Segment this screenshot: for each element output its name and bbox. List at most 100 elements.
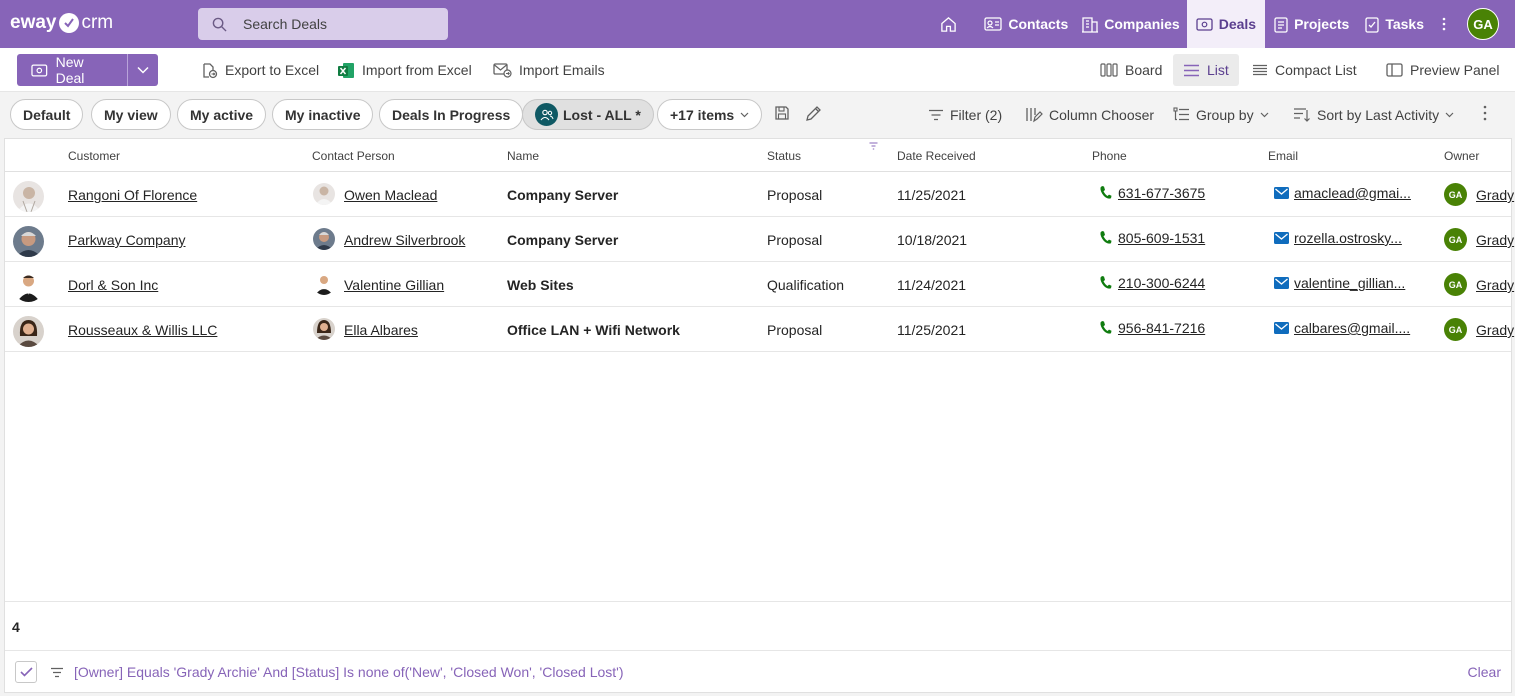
owner-avatar: GA xyxy=(1444,183,1467,206)
view-my-active[interactable]: My active xyxy=(177,99,267,130)
owner-link[interactable]: Grady xyxy=(1476,232,1514,248)
view-more-items[interactable]: +17 items xyxy=(657,99,763,130)
phone-icon xyxy=(1100,321,1112,334)
owner-avatar: GA xyxy=(1444,318,1467,341)
contact-link[interactable]: Valentine Gillian xyxy=(344,277,444,293)
customer-link[interactable]: Rangoni Of Florence xyxy=(68,187,197,203)
column-header-contact[interactable]: Contact Person xyxy=(312,149,395,163)
preview-panel-button[interactable]: Preview Panel xyxy=(1386,54,1500,86)
nav-home[interactable] xyxy=(926,0,977,48)
user-avatar[interactable]: GA xyxy=(1467,8,1499,40)
excel-icon xyxy=(338,62,354,78)
phone-link[interactable]: 210-300-6244 xyxy=(1118,275,1205,291)
command-toolbar: New Deal Export to Excel Import from Exc… xyxy=(0,48,1515,92)
view-lost-all[interactable]: Lost - ALL * xyxy=(522,99,654,130)
owner-link[interactable]: Grady xyxy=(1476,277,1514,293)
filter-expression[interactable]: [Owner] Equals 'Grady Archie' And [Statu… xyxy=(74,664,624,680)
view-my-view[interactable]: My view xyxy=(91,99,171,130)
mail-icon xyxy=(1274,232,1289,244)
owner-link[interactable]: Grady xyxy=(1476,187,1514,203)
nav-more-button[interactable] xyxy=(1431,0,1457,48)
contact-link[interactable]: Owen Maclead xyxy=(344,187,437,203)
contact-avatar xyxy=(313,183,335,205)
chevron-down-icon xyxy=(740,112,749,117)
column-header-status[interactable]: Status xyxy=(767,149,801,163)
email-link[interactable]: amaclead@gmai... xyxy=(1294,185,1411,201)
views-more-button[interactable] xyxy=(1483,105,1487,121)
compact-list-icon xyxy=(1253,64,1267,75)
deal-status: Proposal xyxy=(767,187,823,203)
email-link[interactable]: valentine_gillian... xyxy=(1294,275,1405,291)
new-deal-dropdown-button[interactable] xyxy=(127,54,158,86)
import-excel-button[interactable]: Import from Excel xyxy=(337,54,472,86)
table-row[interactable]: Dorl & Son Inc Valentine Gillian Web Sit… xyxy=(5,262,1514,307)
column-chooser-button[interactable]: Column Chooser xyxy=(1025,99,1154,130)
nav-deals[interactable]: Deals xyxy=(1186,0,1266,48)
view-my-inactive[interactable]: My inactive xyxy=(272,99,374,130)
list-view-button[interactable]: List xyxy=(1173,54,1239,86)
sort-button[interactable]: Sort by Last Activity xyxy=(1293,99,1454,130)
nav-companies-label: Companies xyxy=(1104,16,1180,32)
column-header-owner[interactable]: Owner xyxy=(1444,149,1479,163)
filter-button[interactable]: Filter (2) xyxy=(928,99,1002,130)
table-row[interactable]: Parkway Company Andrew Silverbrook Compa… xyxy=(5,217,1514,262)
mail-icon xyxy=(1274,322,1289,334)
customer-link[interactable]: Rousseaux & Willis LLC xyxy=(68,322,217,338)
import-emails-button[interactable]: Import Emails xyxy=(493,54,605,86)
views-bar: Default My view My active My inactive De… xyxy=(0,92,1515,136)
column-filter-icon[interactable] xyxy=(869,142,878,150)
mail-icon xyxy=(1274,277,1289,289)
column-header-date[interactable]: Date Received xyxy=(897,149,976,163)
nav-deals-label: Deals xyxy=(1218,16,1257,32)
filter-enabled-checkbox[interactable] xyxy=(15,661,37,683)
nav-projects-label: Projects xyxy=(1294,16,1350,32)
column-header-customer[interactable]: Customer xyxy=(68,149,120,163)
filter-icon xyxy=(929,109,943,120)
top-bar: eway crm Search Deals Contacts Companies… xyxy=(0,0,1515,48)
owner-avatar: GA xyxy=(1444,273,1467,296)
deal-name[interactable]: Company Server xyxy=(507,232,618,248)
group-by-button[interactable]: Group by xyxy=(1173,99,1269,130)
phone-link[interactable]: 805-609-1531 xyxy=(1118,230,1205,246)
view-deals-in-progress[interactable]: Deals In Progress xyxy=(379,99,524,130)
app-logo[interactable]: eway crm xyxy=(10,12,113,34)
email-link[interactable]: calbares@gmail.... xyxy=(1294,320,1410,336)
contact-avatar xyxy=(313,273,335,295)
column-header-email[interactable]: Email xyxy=(1268,149,1298,163)
clear-filter-button[interactable]: Clear xyxy=(1468,664,1501,680)
owner-link[interactable]: Grady xyxy=(1476,322,1514,338)
table-row[interactable]: Rousseaux & Willis LLC Ella Albares Offi… xyxy=(5,307,1514,352)
list-label: List xyxy=(1207,62,1229,78)
save-icon xyxy=(775,106,789,120)
deal-name[interactable]: Company Server xyxy=(507,187,618,203)
nav-contacts[interactable]: Contacts xyxy=(977,0,1075,48)
email-link[interactable]: rozella.ostrosky... xyxy=(1294,230,1402,246)
new-deal-label: New Deal xyxy=(55,54,85,86)
deal-name[interactable]: Office LAN + Wifi Network xyxy=(507,322,680,338)
nav-projects[interactable]: Projects xyxy=(1265,0,1358,48)
view-default[interactable]: Default xyxy=(10,99,84,130)
column-header-phone[interactable]: Phone xyxy=(1092,149,1127,163)
search-placeholder: Search Deals xyxy=(243,16,328,32)
customer-link[interactable]: Dorl & Son Inc xyxy=(68,277,158,293)
table-row[interactable]: Rangoni Of Florence Owen Maclead Company… xyxy=(5,172,1514,217)
save-view-button[interactable] xyxy=(774,105,790,121)
search-input[interactable]: Search Deals xyxy=(198,8,448,40)
edit-view-button[interactable] xyxy=(805,105,822,122)
board-view-button[interactable]: Board xyxy=(1100,54,1162,86)
mail-import-icon xyxy=(493,63,512,78)
customer-link[interactable]: Parkway Company xyxy=(68,232,186,248)
contact-link[interactable]: Andrew Silverbrook xyxy=(344,232,465,248)
contact-link[interactable]: Ella Albares xyxy=(344,322,418,338)
new-deal-button[interactable]: New Deal xyxy=(17,54,127,86)
compact-list-view-button[interactable]: Compact List xyxy=(1252,54,1357,86)
phone-link[interactable]: 631-677-3675 xyxy=(1118,185,1205,201)
view-more-label: +17 items xyxy=(670,106,735,123)
nav-tasks[interactable]: Tasks xyxy=(1358,0,1431,48)
column-header-name[interactable]: Name xyxy=(507,149,539,163)
phone-link[interactable]: 956-841-7216 xyxy=(1118,320,1205,336)
deal-name[interactable]: Web Sites xyxy=(507,277,574,293)
nav-companies[interactable]: Companies xyxy=(1075,0,1186,48)
logo-text-eway: eway xyxy=(10,12,57,33)
export-excel-button[interactable]: Export to Excel xyxy=(200,54,319,86)
